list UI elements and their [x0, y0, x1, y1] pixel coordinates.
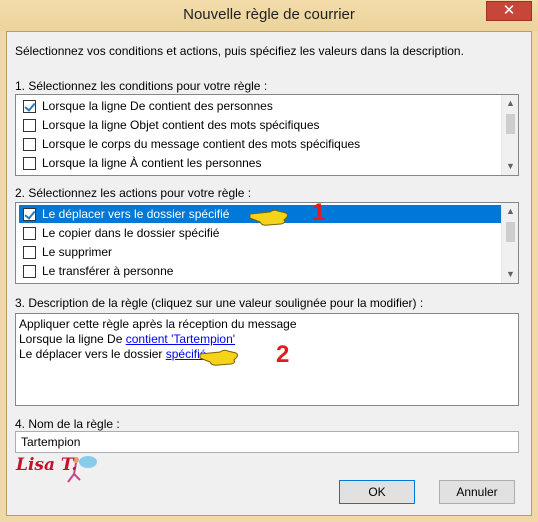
scroll-down-icon[interactable]: ▼	[502, 158, 519, 175]
conditions-label: 1. Sélectionnez les conditions pour votr…	[15, 79, 268, 93]
action-label: Le supprimer	[42, 245, 113, 259]
checkbox[interactable]	[23, 226, 36, 240]
conditions-list[interactable]: Lorsque la ligne De contient des personn…	[15, 94, 519, 176]
action-label: Le déplacer vers le dossier spécifié	[42, 207, 230, 221]
checkbox[interactable]	[23, 156, 36, 170]
conditions-scrollbar[interactable]: ▲ ▼	[501, 95, 518, 175]
scroll-down-icon[interactable]: ▼	[502, 266, 519, 283]
condition-item[interactable]: Lorsque la ligne Objet contient des mots…	[19, 116, 501, 134]
window-title: Nouvelle règle de courrier	[183, 6, 355, 23]
ok-button[interactable]: OK	[339, 480, 415, 504]
title-bar: Nouvelle règle de courrier ✕	[0, 0, 538, 31]
rule-name-label: 4. Nom de la règle :	[15, 417, 120, 431]
close-icon: ✕	[502, 2, 516, 19]
intro-text: Sélectionnez vos conditions et actions, …	[15, 44, 464, 58]
dialog-body: Sélectionnez vos conditions et actions, …	[6, 31, 532, 516]
cancel-button[interactable]: Annuler	[439, 480, 515, 504]
action-item[interactable]: Le transférer à personne	[19, 262, 501, 280]
scroll-thumb[interactable]	[506, 222, 515, 242]
condition-item[interactable]: Lorsque la ligne De contient des personn…	[19, 97, 501, 115]
close-button[interactable]: ✕	[486, 1, 532, 21]
step-1-marker: 1	[312, 199, 326, 226]
action-item[interactable]: Le supprimer	[19, 243, 501, 261]
description-line: Lorsque la ligne De contient 'Tartempion…	[19, 332, 515, 347]
checkbox[interactable]	[23, 118, 36, 132]
description-label: 3. Description de la règle (cliquez sur …	[15, 296, 424, 310]
checkbox[interactable]	[23, 207, 36, 221]
rule-description: Appliquer cette règle après la réception…	[15, 313, 519, 406]
description-line: Appliquer cette règle après la réception…	[19, 317, 297, 331]
pointing-hand-icon	[199, 349, 238, 366]
condition-label: Lorsque la ligne De contient des personn…	[42, 99, 273, 113]
condition-label: Lorsque la ligne Objet contient des mots…	[42, 118, 320, 132]
condition-label: Lorsque le corps du message contient des…	[42, 137, 361, 151]
description-text: Lorsque la ligne De	[19, 332, 126, 346]
contains-link[interactable]: contient 'Tartempion'	[126, 332, 235, 346]
checkbox[interactable]	[23, 245, 36, 259]
actions-label: 2. Sélectionnez les actions pour votre r…	[15, 186, 252, 200]
condition-label: Lorsque la ligne À contient les personne…	[42, 156, 262, 170]
action-label: Le transférer à personne	[42, 264, 174, 278]
watermark-signature: Lisa T.	[16, 455, 78, 475]
actions-scrollbar[interactable]: ▲ ▼	[501, 203, 518, 283]
condition-item[interactable]: Lorsque la ligne À contient les personne…	[19, 154, 501, 172]
checkbox[interactable]	[23, 137, 36, 151]
step-2-marker: 2	[276, 341, 290, 368]
description-line: Le déplacer vers le dossier spécifié	[19, 347, 515, 362]
scroll-up-icon[interactable]: ▲	[502, 95, 519, 112]
scroll-thumb[interactable]	[506, 114, 515, 134]
action-label: Le copier dans le dossier spécifié	[42, 226, 220, 240]
checkbox[interactable]	[23, 264, 36, 278]
scroll-up-icon[interactable]: ▲	[502, 203, 519, 220]
pointing-hand-icon	[249, 209, 288, 226]
condition-item[interactable]: Lorsque le corps du message contient des…	[19, 135, 501, 153]
description-text: Le déplacer vers le dossier	[19, 347, 166, 361]
checkbox[interactable]	[23, 99, 36, 113]
